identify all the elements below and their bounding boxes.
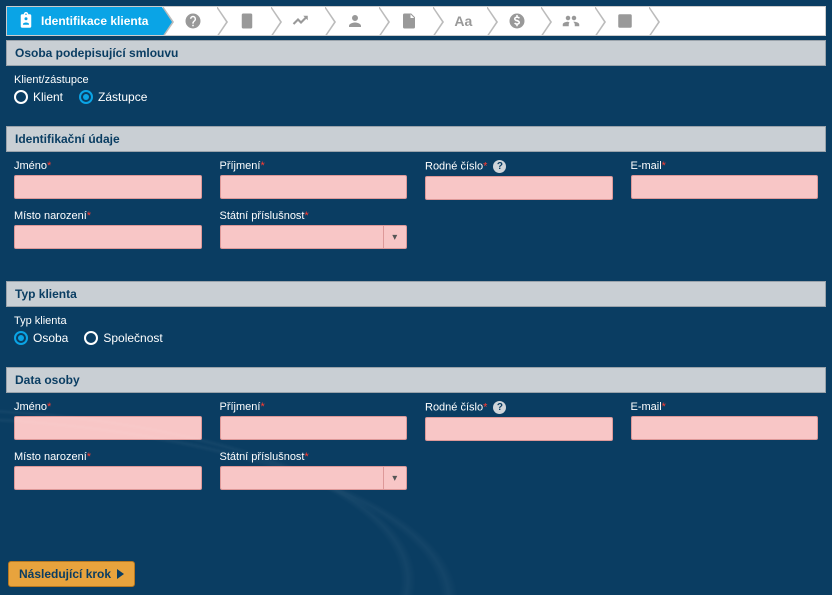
radio-osoba[interactable]: Osoba [14, 331, 68, 345]
clipboard-person-icon [17, 12, 35, 30]
wizard-stepper: Identifikace klienta Aa [6, 6, 826, 36]
radio-zastupce[interactable]: Zástupce [79, 90, 147, 104]
radio-icon [14, 331, 28, 345]
radio-icon [79, 90, 93, 104]
label-rodne: Rodné číslo* ? [425, 160, 613, 173]
label-rodne2: Rodné číslo* ? [425, 401, 613, 414]
form-icon [616, 12, 634, 30]
section-header-ident: Identifikační údaje [6, 126, 826, 152]
users-icon [562, 12, 580, 30]
help-icon[interactable]: ? [493, 160, 506, 173]
step-identifikace[interactable]: Identifikace klienta [7, 7, 162, 35]
input-jmeno2[interactable] [14, 416, 202, 440]
label-jmeno: Jméno* [14, 160, 202, 172]
input-prijmeni[interactable] [220, 175, 408, 199]
label-misto: Místo narození* [14, 210, 202, 222]
input-email[interactable] [631, 175, 819, 199]
label-prijmeni2: Příjmení* [220, 401, 408, 413]
chevron-down-icon[interactable]: ▾ [383, 466, 407, 490]
label-email2: E-mail* [631, 401, 819, 413]
help-icon[interactable]: ? [493, 401, 506, 414]
text-size-icon: Aa [454, 13, 472, 29]
label-prijmeni: Příjmení* [220, 160, 408, 172]
label-email: E-mail* [631, 160, 819, 172]
radio-klient[interactable]: Klient [14, 90, 63, 104]
money-icon [508, 12, 526, 30]
person-icon [346, 12, 364, 30]
select-statni[interactable] [220, 225, 383, 249]
input-misto2[interactable] [14, 466, 202, 490]
chart-up-icon [292, 12, 310, 30]
next-step-button[interactable]: Následující krok [8, 561, 135, 587]
input-rodne[interactable] [425, 176, 613, 200]
label-typ-klienta: Typ klienta [14, 315, 818, 327]
label-statni: Státní příslušnost* [220, 210, 408, 222]
section-header-osoba: Osoba podepisující smlouvu [6, 40, 826, 66]
input-jmeno[interactable] [14, 175, 202, 199]
label-statni2: Státní příslušnost* [220, 451, 408, 463]
select-statni2[interactable] [220, 466, 383, 490]
radio-icon [84, 331, 98, 345]
section-header-data-osoby: Data osoby [6, 367, 826, 393]
radio-spolecnost[interactable]: Společnost [84, 331, 162, 345]
radio-icon [14, 90, 28, 104]
chevron-down-icon[interactable]: ▾ [383, 225, 407, 249]
label-klient-zastupce: Klient/zástupce [14, 74, 818, 86]
label-jmeno2: Jméno* [14, 401, 202, 413]
input-misto[interactable] [14, 225, 202, 249]
input-email2[interactable] [631, 416, 819, 440]
section-header-typ: Typ klienta [6, 281, 826, 307]
arrow-right-icon [117, 569, 124, 579]
step-label: Identifikace klienta [41, 14, 148, 28]
document-icon [400, 12, 418, 30]
input-rodne2[interactable] [425, 417, 613, 441]
label-misto2: Místo narození* [14, 451, 202, 463]
document-list-icon [238, 12, 256, 30]
input-prijmeni2[interactable] [220, 416, 408, 440]
question-icon [184, 12, 202, 30]
